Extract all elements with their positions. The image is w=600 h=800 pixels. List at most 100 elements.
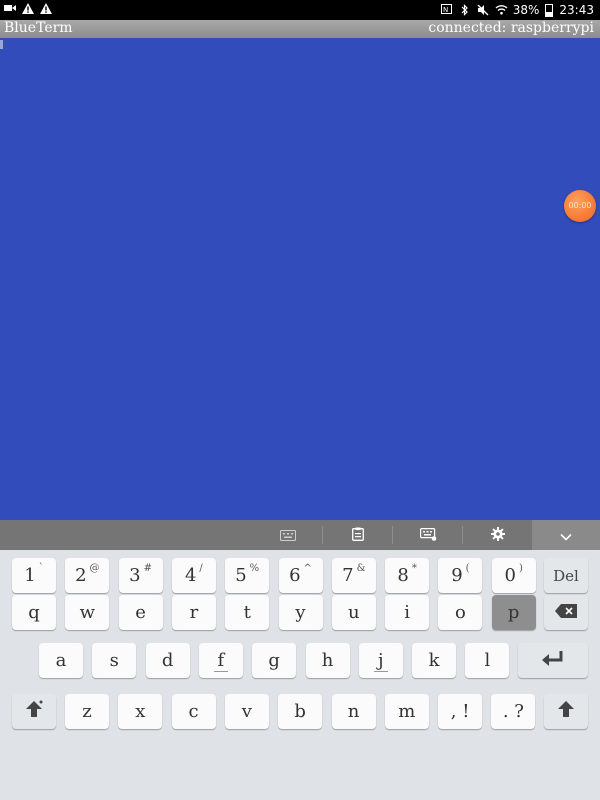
mute-icon <box>477 4 489 16</box>
key-a[interactable]: a <box>39 643 83 678</box>
key-t[interactable]: t <box>225 595 270 630</box>
shift-icon <box>25 700 43 723</box>
key-0[interactable]: 0) <box>491 558 536 593</box>
key-m[interactable]: m <box>384 694 429 729</box>
key-4[interactable]: 4/ <box>171 558 216 593</box>
key-y[interactable]: y <box>278 595 323 630</box>
key-q[interactable]: q <box>12 595 56 630</box>
key-c[interactable]: c <box>171 694 216 729</box>
key-9-label: 9 <box>451 565 463 586</box>
key-9-alt-label: ( <box>465 563 470 574</box>
svg-text:N: N <box>443 6 448 14</box>
key-l[interactable]: l <box>465 643 510 678</box>
keyboard-settings-icon <box>419 526 437 545</box>
key-o-label: o <box>454 602 466 623</box>
key-z-label: z <box>82 701 92 722</box>
key-r-label: r <box>189 602 199 623</box>
key-8[interactable]: 8 * <box>385 558 430 593</box>
backspace-key[interactable] <box>544 595 588 630</box>
del-key[interactable]: Del <box>544 558 588 593</box>
key-6-alt-label: ^ <box>303 563 312 574</box>
key-0-alt-label: ) <box>518 563 523 574</box>
home-key-marker <box>373 671 388 672</box>
keyboard-icon <box>280 526 296 545</box>
clipboard-button[interactable] <box>323 520 393 550</box>
key-1[interactable]: 1 ` <box>12 558 56 593</box>
key-0-label: 0 <box>504 565 516 586</box>
key-g[interactable]: g <box>252 643 297 678</box>
key-r[interactable]: r <box>171 595 216 630</box>
key-7-label: 7 <box>342 565 354 586</box>
key-u-label: u <box>348 602 360 623</box>
shift-right-key[interactable] <box>544 694 588 729</box>
battery-percent: 38% <box>512 3 540 17</box>
key-p[interactable]: p <box>491 595 536 630</box>
key-3-alt-label: # <box>143 563 153 574</box>
key-f[interactable]: f <box>198 643 243 678</box>
key-w-label: w <box>79 602 95 623</box>
terminal-area[interactable] <box>0 38 600 520</box>
key-v[interactable]: v <box>224 694 269 729</box>
key-h[interactable]: h <box>305 643 350 678</box>
key-m-label: m <box>398 701 416 722</box>
key-5[interactable]: 5% <box>225 558 270 593</box>
key-e-label: e <box>135 602 146 623</box>
warning-icon <box>22 3 34 15</box>
key-5-label: 5 <box>235 565 247 586</box>
key-p-label: p <box>507 602 520 623</box>
settings-button[interactable] <box>463 520 533 550</box>
key-w[interactable]: w <box>65 595 110 630</box>
key-2-alt-label: @ <box>89 563 100 574</box>
key-5-alt-label: % <box>249 563 260 574</box>
shift-left-key[interactable] <box>12 694 56 729</box>
key-4-alt-label: / <box>199 563 203 574</box>
enter-key[interactable] <box>518 643 588 678</box>
collapse-keyboard-button[interactable] <box>532 520 600 550</box>
key-l-label: l <box>484 650 491 671</box>
keyboard-mode-button[interactable] <box>253 520 323 550</box>
key-8-label: 8 <box>397 565 409 586</box>
key-u[interactable]: u <box>331 595 376 630</box>
connection-status: connected: raspberrypi <box>428 20 594 36</box>
key-6[interactable]: 6 ^ <box>278 558 323 593</box>
key-b[interactable]: b <box>278 694 323 729</box>
key-7[interactable]: 7 & <box>331 558 376 593</box>
key-e[interactable]: e <box>118 595 163 630</box>
period-key[interactable]: . ? <box>491 694 536 729</box>
period-key-label: . ? <box>502 701 524 722</box>
key-x[interactable]: x <box>118 694 163 729</box>
nfc-icon: N <box>441 4 453 16</box>
clipboard-icon <box>352 526 364 545</box>
key-d[interactable]: d <box>145 643 190 678</box>
floating-timer-button[interactable]: 00:00 <box>564 190 596 222</box>
keyboard-settings-button[interactable] <box>393 520 463 550</box>
key-s[interactable]: s <box>92 643 137 678</box>
del-key-label: Del <box>553 566 579 585</box>
key-i[interactable]: i <box>385 595 430 630</box>
key-1-alt-label: ` <box>38 563 44 574</box>
enter-icon <box>542 650 564 671</box>
key-a-label: a <box>55 650 67 671</box>
clock: 23:43 <box>559 3 594 17</box>
key-g-label: g <box>268 650 280 671</box>
key-j-label: j <box>378 650 384 671</box>
key-3[interactable]: 3 # <box>118 558 163 593</box>
key-x-label: x <box>135 701 146 722</box>
chevron-down-icon <box>560 526 572 545</box>
key-o[interactable]: o <box>438 595 483 630</box>
key-2[interactable]: 2 @ <box>65 558 110 593</box>
comma-key[interactable]: , ! <box>438 694 483 729</box>
key-k[interactable]: k <box>412 643 457 678</box>
key-y-label: y <box>295 602 306 623</box>
app-title: BlueTerm <box>4 20 73 36</box>
key-j[interactable]: j <box>358 643 403 678</box>
key-n[interactable]: n <box>331 694 376 729</box>
terminal-cursor <box>0 40 3 49</box>
key-7-alt-label: & <box>356 563 366 574</box>
key-k-label: k <box>428 650 440 671</box>
key-9[interactable]: 9( <box>438 558 483 593</box>
home-key-marker <box>213 671 228 672</box>
key-8-alt-label: * <box>411 563 417 574</box>
key-z[interactable]: z <box>65 694 109 729</box>
bluetooth-icon <box>459 4 471 16</box>
